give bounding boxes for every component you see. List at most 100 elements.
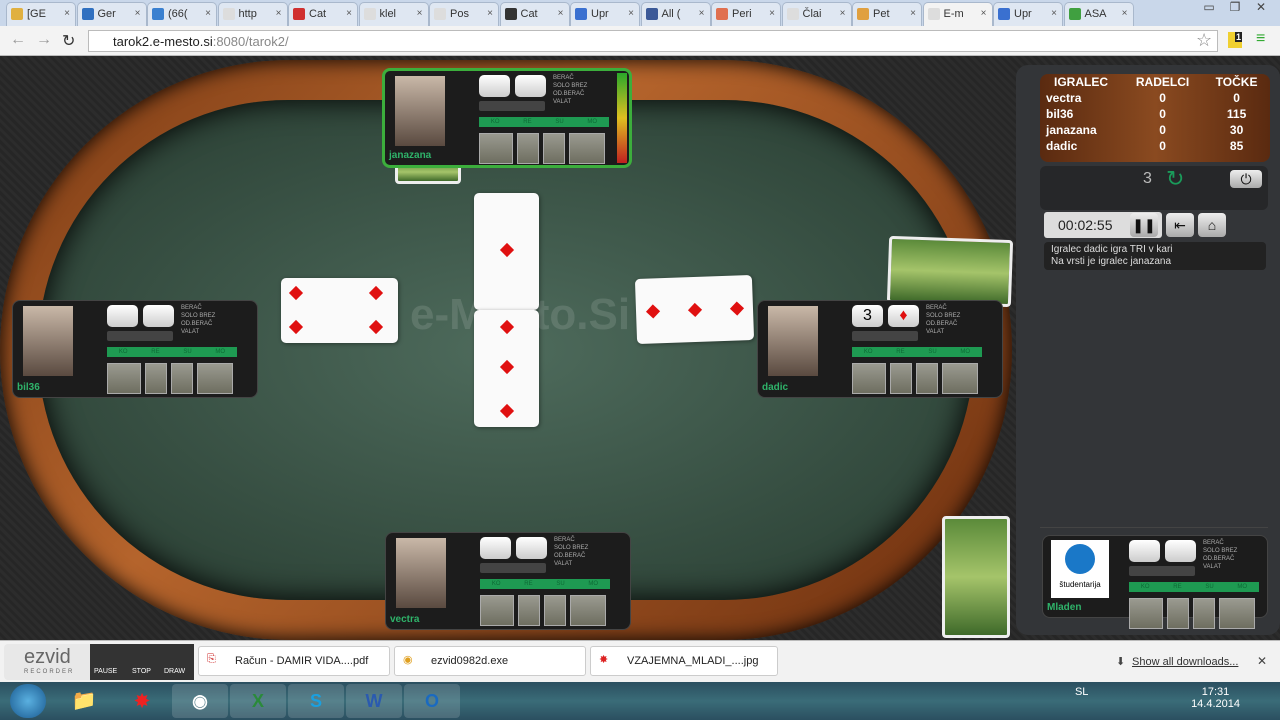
announce-ko[interactable]: KO xyxy=(864,347,873,357)
announce-mo[interactable]: MO xyxy=(588,579,598,589)
tab-close-icon[interactable]: × xyxy=(840,8,846,19)
download-item-exe[interactable]: ◉ ezvid0982d.exe xyxy=(394,646,586,676)
browser-tab[interactable]: Ger × xyxy=(76,2,147,26)
exit-button[interactable]: ⇤ xyxy=(1166,213,1194,237)
tab-close-icon[interactable]: × xyxy=(981,8,987,19)
browser-tab[interactable]: Pet × xyxy=(852,2,922,26)
bookmark-star-icon[interactable]: ☆ xyxy=(1196,30,1212,51)
pause-record-button[interactable]: PAUSE xyxy=(94,668,117,675)
announce-su[interactable]: SU xyxy=(555,117,563,127)
announce-re[interactable]: RE xyxy=(1173,582,1181,592)
tab-close-icon[interactable]: × xyxy=(487,8,493,19)
tab-close-icon[interactable]: × xyxy=(1122,8,1128,19)
bid-button xyxy=(107,305,138,327)
menu-icon[interactable]: ≡ xyxy=(1256,30,1265,48)
contract-labels: BERAČ SOLO BREZ OD.BERAČ VALAT xyxy=(1203,539,1237,571)
tab-close-icon[interactable]: × xyxy=(1051,8,1057,19)
browser-tab[interactable]: Upr × xyxy=(570,2,640,26)
minimize-button[interactable]: ▭ xyxy=(1196,0,1222,14)
skype-icon[interactable]: S xyxy=(288,684,344,718)
announce-re[interactable]: RE xyxy=(524,579,532,589)
contract-label: VALAT xyxy=(1203,564,1222,570)
tab-close-icon[interactable]: × xyxy=(346,8,352,19)
language-indicator[interactable]: SL xyxy=(1075,686,1088,698)
tab-close-icon[interactable]: × xyxy=(135,8,141,19)
reload-button[interactable]: ↻ xyxy=(62,31,75,51)
announce-ko[interactable]: KO xyxy=(1141,582,1150,592)
forward-button[interactable]: → xyxy=(36,31,52,49)
browser-tab[interactable]: [GE × xyxy=(6,2,76,26)
announce-su[interactable]: SU xyxy=(1205,582,1213,592)
tab-close-icon[interactable]: × xyxy=(699,8,705,19)
restore-button[interactable]: ❐ xyxy=(1222,0,1248,14)
browser-tab[interactable]: Peri × xyxy=(711,2,781,26)
home-button[interactable]: ⌂ xyxy=(1198,213,1226,237)
browser-tab[interactable]: (66(× xyxy=(147,2,217,26)
chrome-icon[interactable]: ◉ xyxy=(172,684,228,718)
download-item-jpg[interactable]: ✸ VZAJEMNA_MLADI_....jpg xyxy=(590,646,778,676)
tab-close-icon[interactable]: × xyxy=(417,8,423,19)
word-icon[interactable]: W xyxy=(346,684,402,718)
extension-icon[interactable]: 1 xyxy=(1228,32,1242,48)
tab-close-icon[interactable]: × xyxy=(276,8,282,19)
show-all-downloads-link[interactable]: Show all downloads... xyxy=(1132,656,1238,668)
browser-tab[interactable]: E-m × xyxy=(922,2,993,26)
refresh-icon[interactable]: ↻ xyxy=(1166,166,1184,192)
tab-close-icon[interactable]: × xyxy=(558,8,564,19)
score-cell: 0 xyxy=(1159,91,1166,105)
announce-mo[interactable]: MO xyxy=(1237,582,1247,592)
app-icon[interactable]: ✸ xyxy=(114,684,170,718)
back-button[interactable]: ← xyxy=(10,31,26,49)
score-cell: 30 xyxy=(1229,123,1244,137)
tab-label: Ger xyxy=(97,8,116,20)
announce-ko[interactable]: KO xyxy=(491,117,500,127)
browser-tab[interactable]: Cat × xyxy=(288,2,358,26)
announce-su[interactable]: SU xyxy=(183,347,191,357)
tab-close-icon[interactable]: × xyxy=(910,8,916,19)
browser-tab[interactable]: Člai × xyxy=(781,2,852,26)
announce-su[interactable]: SU xyxy=(928,347,936,357)
browser-tab[interactable]: klel × xyxy=(358,2,429,26)
stop-record-button[interactable]: STOP xyxy=(132,668,151,675)
announce-ko[interactable]: KO xyxy=(492,579,501,589)
clock[interactable]: 17:31 14.4.2014 xyxy=(1191,686,1240,710)
explorer-icon[interactable]: 📁 xyxy=(56,684,112,718)
announce-re[interactable]: RE xyxy=(523,117,531,127)
close-downloads-button[interactable]: ✕ xyxy=(1257,654,1267,668)
bid-button xyxy=(479,75,510,97)
announce-su[interactable]: SU xyxy=(556,579,564,589)
browser-tab[interactable]: Pos × xyxy=(429,2,499,26)
announce-mo[interactable]: MO xyxy=(215,347,225,357)
bid-button xyxy=(480,537,511,559)
power-button[interactable]: ⏻ xyxy=(1230,170,1262,188)
start-button[interactable] xyxy=(10,684,46,718)
status-bar xyxy=(852,331,918,341)
announce-mo[interactable]: MO xyxy=(587,117,597,127)
pause-button[interactable]: ❚❚ xyxy=(1130,213,1158,237)
pdf-icon: ⎘ xyxy=(207,653,216,665)
browser-tab[interactable]: http × xyxy=(217,2,288,26)
address-bar[interactable]: tarok2.e-mesto.si:8080/tarok2/ xyxy=(88,30,1218,52)
excel-icon[interactable]: X xyxy=(230,684,286,718)
tab-close-icon[interactable]: × xyxy=(628,8,634,19)
outlook-icon[interactable]: O xyxy=(404,684,460,718)
player-panel-dadic: dadic 3 ♦ BERAČ SOLO BREZ OD.BERAČ VALAT KO RE SU… xyxy=(757,300,1003,398)
tab-favicon-icon xyxy=(504,8,517,20)
browser-tab[interactable]: ASA × xyxy=(1063,2,1134,26)
announce-re[interactable]: RE xyxy=(896,347,904,357)
announce-ko[interactable]: KO xyxy=(119,347,128,357)
tab-close-icon[interactable]: × xyxy=(769,8,775,19)
tab-close-icon[interactable]: × xyxy=(205,8,211,19)
download-item-pdf[interactable]: ⎘ Račun - DAMIR VIDA....pdf xyxy=(198,646,390,676)
tab-close-icon[interactable]: × xyxy=(64,8,70,19)
tab-favicon-icon xyxy=(11,8,23,20)
browser-tab[interactable]: Cat × xyxy=(499,2,570,26)
announce-mo[interactable]: MO xyxy=(960,347,970,357)
announce-re[interactable]: RE xyxy=(151,347,159,357)
hand-card xyxy=(570,595,606,626)
tab-label: ASA xyxy=(1084,8,1107,20)
draw-button[interactable]: DRAW xyxy=(164,668,185,675)
close-window-button[interactable]: ✕ xyxy=(1248,0,1274,14)
browser-tab[interactable]: All (× xyxy=(640,2,711,26)
browser-tab[interactable]: Upr × xyxy=(993,2,1063,26)
